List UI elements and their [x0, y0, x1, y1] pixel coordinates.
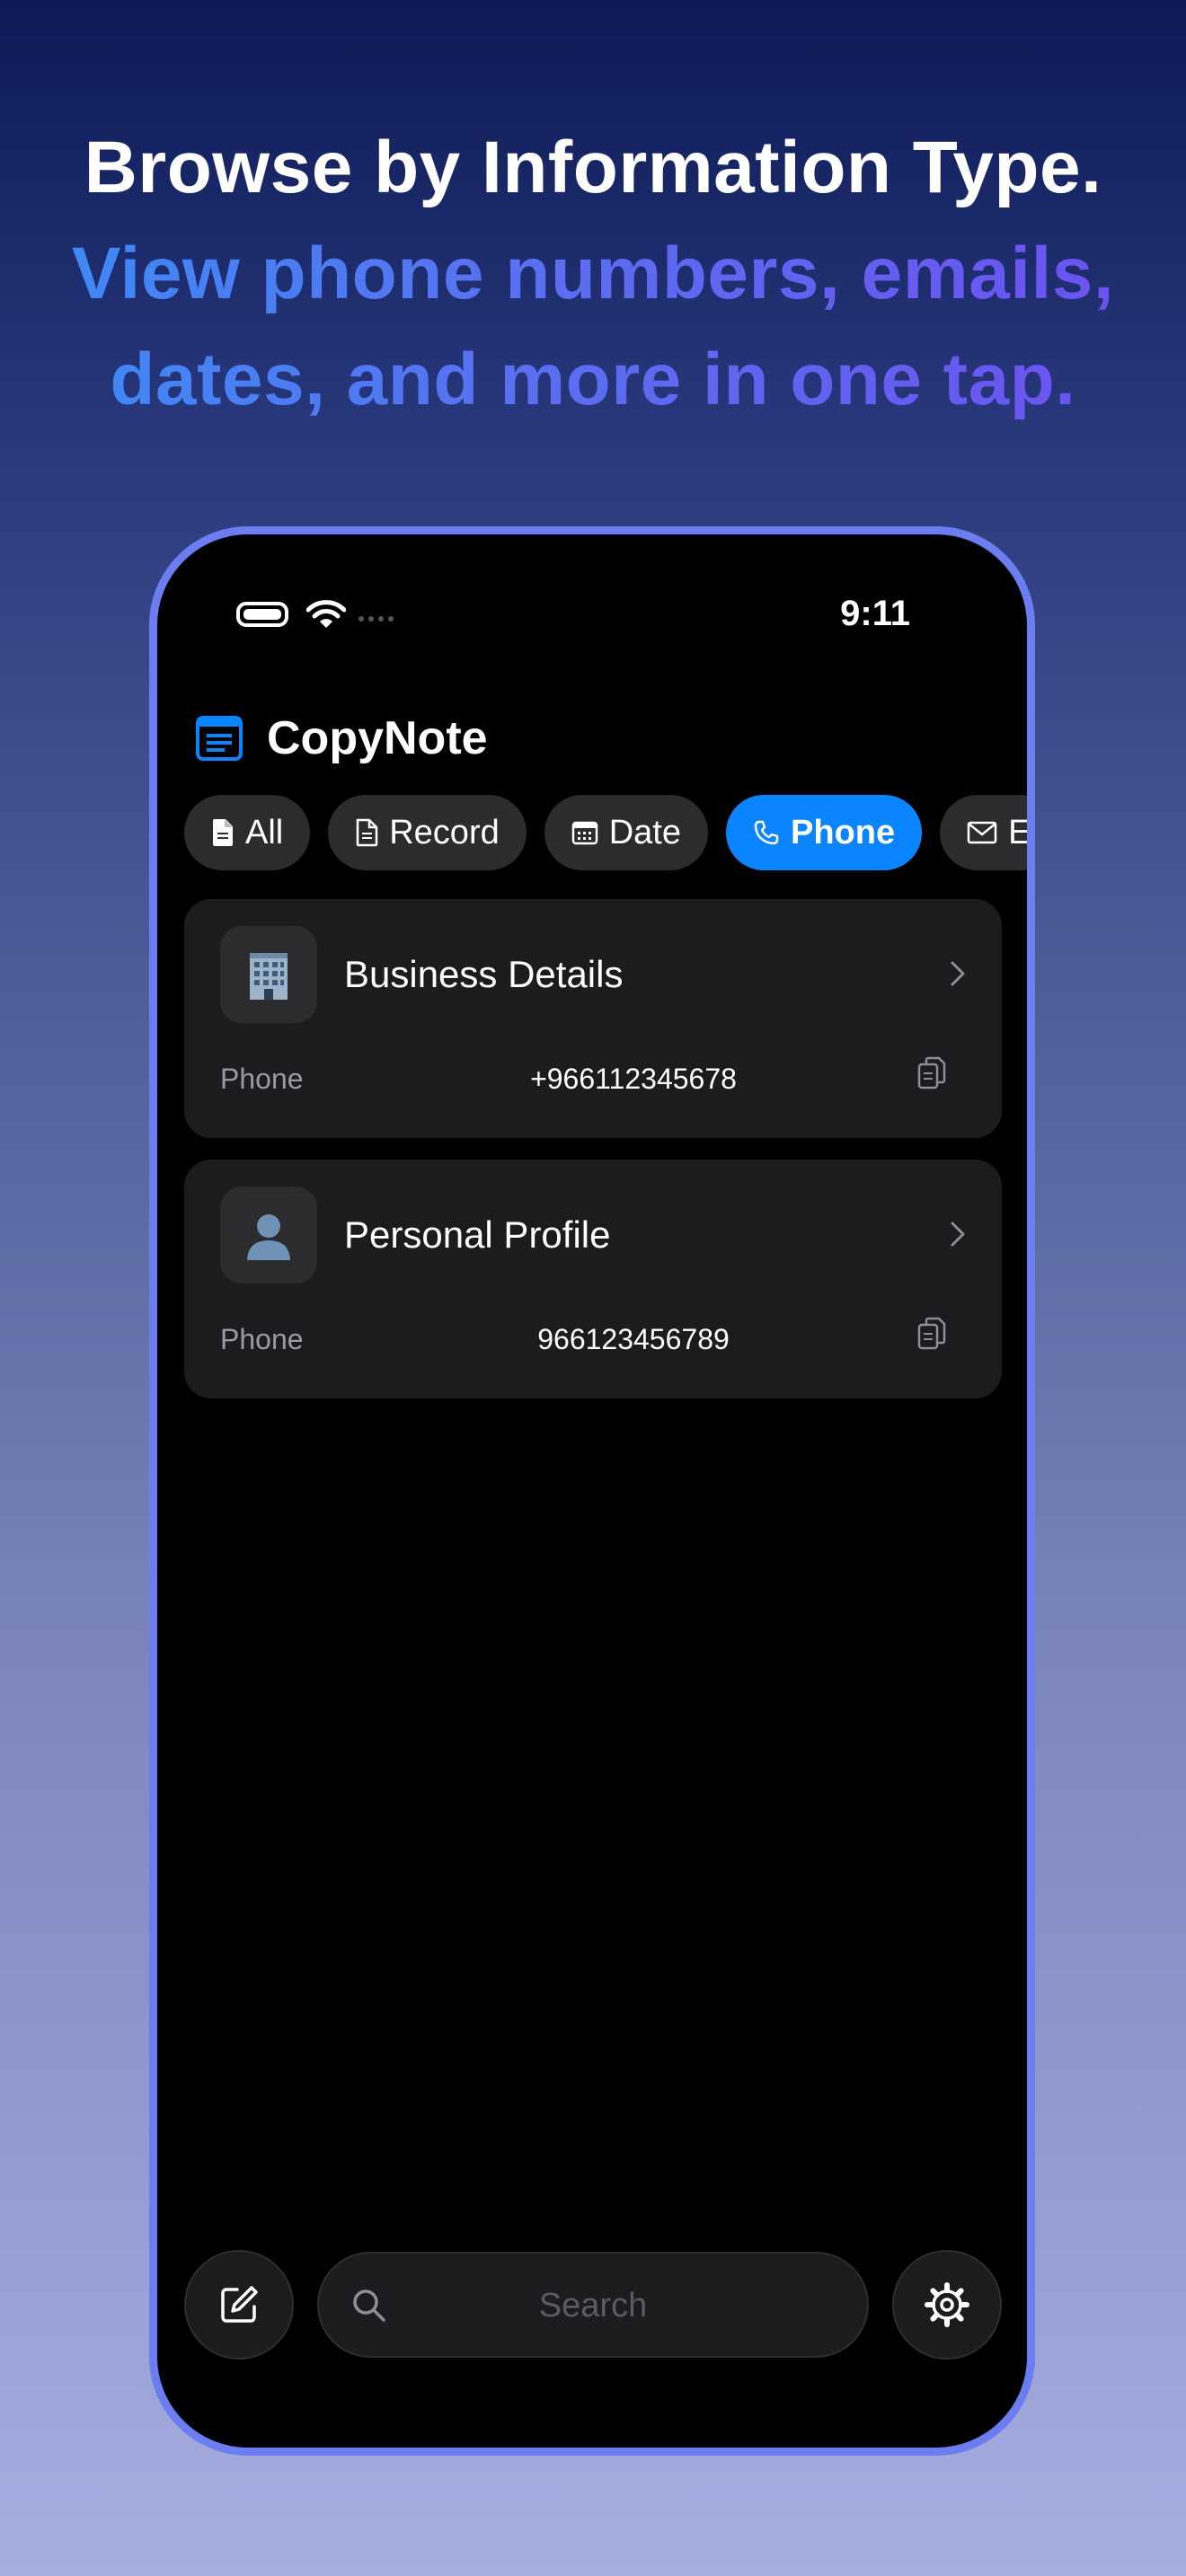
- filter-chips: All Record Date Phone: [184, 795, 1027, 870]
- filter-chip-email[interactable]: E: [940, 795, 1027, 870]
- chevron-right-icon: [951, 1222, 965, 1247]
- compose-button[interactable]: [184, 2250, 294, 2360]
- chevron-right-icon: [951, 961, 965, 986]
- headline-subline-2: dates, and more in one tap.: [0, 327, 1186, 433]
- record-icon-box: [220, 1187, 317, 1284]
- document-filled-icon: [212, 819, 233, 846]
- gear-icon: [925, 2282, 969, 2327]
- app-title: CopyNote: [267, 712, 488, 764]
- phone-icon: [754, 820, 779, 845]
- document-icon: [356, 818, 378, 847]
- record-icon-box: [220, 926, 317, 1023]
- promo-headline: Browse by Information Type. View phone n…: [0, 115, 1186, 433]
- filter-chip-all[interactable]: All: [184, 795, 311, 870]
- phone-frame: 9:11 CopyNote All Record Date Phone Busi…: [149, 526, 1035, 2456]
- office-building-icon: [250, 953, 288, 1000]
- battery-icon: [236, 602, 288, 627]
- record-title: Business Details: [344, 953, 624, 995]
- phone-value: 966123456789: [537, 1323, 730, 1355]
- app-header: CopyNote: [195, 707, 488, 770]
- person-silhouette-icon: [247, 1214, 290, 1260]
- copy-icon[interactable]: [916, 1316, 948, 1352]
- filter-chip-label: Record: [389, 813, 500, 851]
- status-time: 9:11: [840, 594, 910, 633]
- wifi-icon: [306, 600, 346, 628]
- field-label: Phone: [220, 1323, 304, 1355]
- search-input[interactable]: [409, 2254, 777, 2358]
- headline-title: Browse by Information Type.: [84, 127, 1102, 208]
- filter-chip-label: Date: [608, 813, 682, 851]
- calendar-icon: [571, 821, 597, 845]
- headline-subline-1: View phone numbers, emails,: [0, 221, 1186, 327]
- notes-app-icon: [196, 716, 243, 761]
- settings-button[interactable]: [892, 2250, 1002, 2360]
- filter-chip-label: E: [1008, 814, 1027, 852]
- copy-icon[interactable]: [916, 1055, 948, 1091]
- filter-chip-record[interactable]: Record: [328, 795, 527, 870]
- cellular-signal-icon: [358, 616, 394, 622]
- record-card[interactable]: Personal Profile Phone 966123456789: [184, 1160, 1002, 1398]
- search-bar[interactable]: [317, 2252, 869, 2358]
- envelope-icon: [967, 821, 997, 844]
- record-card[interactable]: Business Details Phone +966112345678: [184, 899, 1002, 1138]
- phone-value: +966112345678: [530, 1063, 737, 1095]
- filter-chip-label: All: [245, 813, 284, 851]
- filter-chip-label: Phone: [791, 813, 896, 851]
- search-icon: [353, 2289, 385, 2322]
- compose-icon: [221, 2286, 258, 2323]
- field-label: Phone: [220, 1063, 304, 1095]
- filter-chip-phone[interactable]: Phone: [726, 795, 923, 870]
- status-bar: 9:11: [157, 588, 1027, 639]
- record-title: Personal Profile: [344, 1213, 611, 1256]
- filter-chip-date[interactable]: Date: [544, 795, 709, 870]
